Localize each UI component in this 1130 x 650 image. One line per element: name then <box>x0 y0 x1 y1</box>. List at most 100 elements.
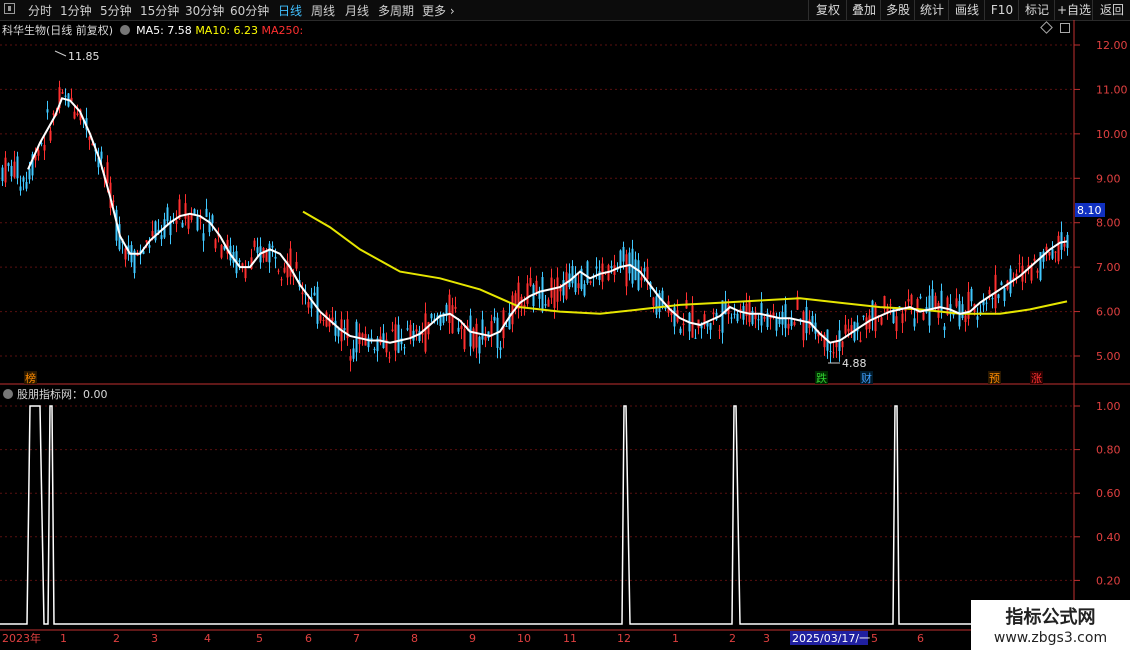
candle-body <box>1018 263 1021 265</box>
candle-body <box>577 283 580 289</box>
candle-body <box>13 161 16 178</box>
candle-body <box>748 301 751 323</box>
candle-body <box>757 319 760 321</box>
candle-body <box>460 325 463 330</box>
candle-body <box>553 289 556 308</box>
candle-body <box>16 156 19 179</box>
candle-body <box>1045 246 1048 251</box>
candle-body <box>943 326 946 331</box>
candle-body <box>349 356 352 361</box>
candle-body <box>610 266 613 269</box>
candle-body <box>511 295 514 325</box>
price-tick-label: 11.00 <box>1096 83 1128 96</box>
time-label: 3 <box>763 632 770 645</box>
indicator-tick-label: 0.80 <box>1096 444 1121 457</box>
indicator-tick-label: 0.40 <box>1096 531 1121 544</box>
ma10-line <box>302 210 1068 315</box>
indicator-tick-label: 0.60 <box>1096 487 1121 500</box>
candle-body <box>565 272 568 299</box>
price-tick-label: 6.00 <box>1096 306 1121 319</box>
candle-body <box>1015 273 1018 278</box>
candle-body <box>4 157 7 183</box>
time-label: 11 <box>563 632 577 645</box>
candle-body <box>586 261 589 284</box>
candle-body <box>694 337 697 339</box>
indicator-tick-label: 1.00 <box>1096 400 1121 413</box>
watermark-line1: 指标公式网 <box>1005 607 1096 628</box>
price-tick-label: 10.00 <box>1096 128 1128 141</box>
candle-body <box>955 298 958 307</box>
candle-body <box>991 298 994 300</box>
candle-body <box>145 240 148 243</box>
candle-body <box>52 113 55 115</box>
candlesticks <box>1 80 1069 372</box>
candle-body <box>394 324 397 351</box>
candle-body <box>28 168 31 180</box>
candle-body <box>571 266 574 284</box>
candle-body <box>1000 282 1003 286</box>
current-price-text: 8.10 <box>1077 204 1102 217</box>
candle-body <box>889 304 892 306</box>
candle-body <box>301 292 304 295</box>
candle-body <box>1060 232 1063 250</box>
candle-body <box>730 317 733 319</box>
indicator-tick-label: 0.20 <box>1096 574 1121 587</box>
candle-body <box>976 316 979 320</box>
candle-body <box>481 319 484 340</box>
candle-body <box>454 306 457 309</box>
candle-body <box>1054 251 1057 253</box>
candle-body <box>268 243 271 263</box>
candle-body <box>622 246 625 262</box>
candle-body <box>316 286 319 324</box>
candle-body <box>583 284 586 296</box>
candle-body <box>106 162 109 184</box>
candle-body <box>409 324 412 339</box>
candle-body <box>802 311 805 341</box>
candle-body <box>148 245 151 248</box>
cursor-date-label: 2025/03/17/一 <box>792 632 870 645</box>
candle-body <box>361 333 364 338</box>
candle-body <box>319 315 322 321</box>
marker-yu: 预 <box>989 372 1000 385</box>
candle-body <box>331 317 334 321</box>
candle-body <box>271 245 274 248</box>
time-label: 8 <box>411 632 418 645</box>
candle-body <box>76 113 79 116</box>
time-label: 4 <box>204 632 211 645</box>
candle-body <box>988 290 991 295</box>
candle-body <box>913 318 916 327</box>
candle-body <box>313 292 316 296</box>
candle-body <box>256 247 259 253</box>
candle-body <box>628 252 631 274</box>
candle-body <box>967 291 970 319</box>
candle-body <box>160 235 163 240</box>
candle-body <box>307 301 310 308</box>
main-price-scale: 12.00 11.00 10.00 9.00 8.00 7.00 6.00 5.00 <box>1074 39 1128 363</box>
candle-body <box>244 268 247 279</box>
candle-body <box>787 323 790 329</box>
candle-body <box>526 283 529 304</box>
candle-body <box>673 307 676 327</box>
candle-body <box>214 239 217 249</box>
time-label: 6 <box>917 632 924 645</box>
candle-body <box>238 260 241 263</box>
candle-body <box>679 328 682 334</box>
marker-bang: 榜 <box>25 371 36 385</box>
candle-body <box>322 319 325 321</box>
candle-body <box>289 248 292 277</box>
time-label: 5 <box>256 632 263 645</box>
candle-body <box>64 95 67 97</box>
candle-body <box>61 92 64 94</box>
candle-body <box>691 305 694 338</box>
event-markers: 榜 跌 财 预 涨 <box>24 371 1043 385</box>
candle-body <box>547 299 550 307</box>
time-label: 1 <box>60 632 67 645</box>
candle-body <box>862 315 865 318</box>
candle-body <box>187 215 190 229</box>
time-label: 7 <box>353 632 360 645</box>
candle-body <box>1063 243 1066 247</box>
time-label: 3 <box>151 632 158 645</box>
candle-body <box>43 144 46 151</box>
candle-body <box>475 323 478 348</box>
time-label: 2 <box>113 632 120 645</box>
